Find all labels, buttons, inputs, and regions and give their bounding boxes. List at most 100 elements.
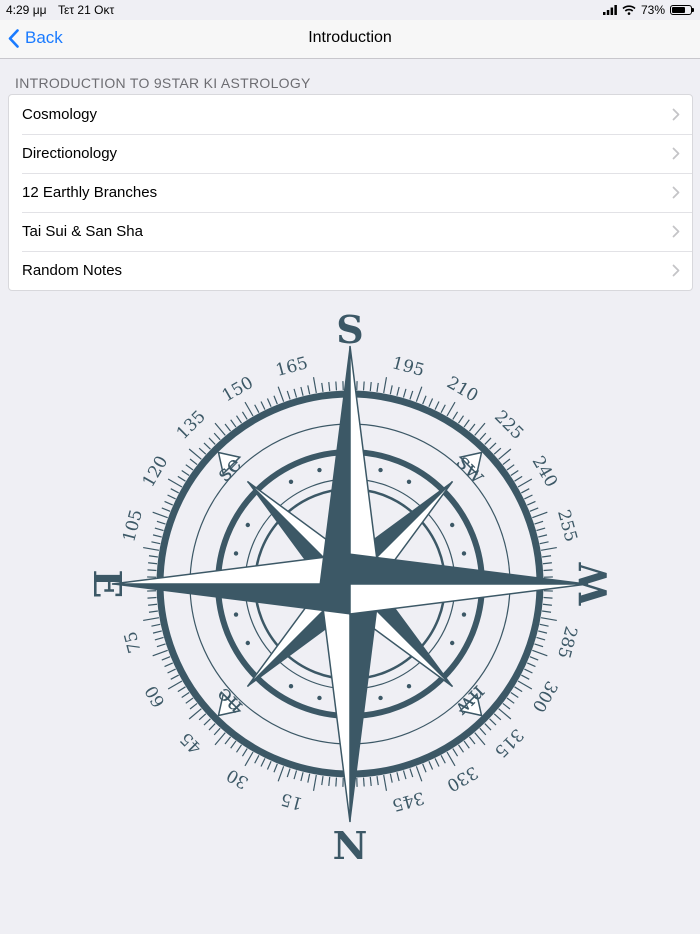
compass-point-half: [111, 583, 351, 615]
compass-tick: [422, 763, 427, 773]
status-bar: 4:29 μμ Τετ 21 Οκτ 73%: [0, 0, 700, 20]
compass-tick: [422, 395, 427, 405]
compass-degree-label: 240: [528, 453, 562, 491]
compass-tick: [277, 386, 285, 402]
compass-tick: [167, 494, 176, 500]
compass-tick: [474, 422, 486, 436]
list-item-label: Tai Sui & San Sha: [22, 223, 143, 240]
compass-tick: [254, 404, 260, 413]
compass-tick: [440, 404, 446, 413]
status-time: 4:29 μμ: [6, 3, 47, 17]
list-item-random-notes[interactable]: Random Notes: [9, 251, 692, 290]
status-right: 73%: [602, 3, 694, 17]
chevron-right-icon: [672, 225, 680, 238]
compass-point-half: [319, 583, 351, 823]
compass-tick: [148, 603, 158, 606]
compass-degree-label: 30: [223, 764, 252, 792]
compass-tick: [188, 708, 202, 720]
compass-label-east: E: [85, 570, 130, 599]
compass-tick: [506, 464, 515, 471]
compass-label-se: se: [212, 452, 247, 487]
compass-tick: [307, 385, 311, 395]
compass-tick: [510, 469, 519, 477]
compass-tick: [521, 488, 530, 494]
chevron-right-icon: [672, 147, 680, 160]
compass-tick: [148, 562, 158, 565]
compass-tick: [498, 708, 512, 720]
compass-tick: [293, 388, 298, 398]
compass-degree-label: 315: [490, 724, 527, 761]
compass-dot: [233, 551, 239, 556]
compass-tick: [235, 744, 243, 753]
compass-tick: [170, 674, 179, 680]
compass-tick: [538, 534, 548, 538]
compass-tick: [214, 732, 226, 746]
compass-degree-label: 255: [553, 508, 581, 545]
compass-tick: [542, 555, 552, 558]
compass-label-south: S: [336, 307, 363, 352]
compass-tick: [154, 527, 164, 532]
compass-dot: [245, 522, 251, 528]
compass-degree-label: 135: [173, 407, 210, 444]
list-item-directionology[interactable]: Directionology: [9, 134, 692, 173]
compass-tick: [161, 507, 171, 512]
compass-tick: [540, 617, 557, 622]
compass-tick: [534, 520, 544, 525]
compass-tick: [300, 386, 304, 396]
compass-dot: [245, 640, 251, 646]
status-date: Τετ 21 Οκτ: [58, 3, 115, 17]
page-title: Introduction: [308, 29, 392, 46]
compass-tick: [415, 766, 423, 782]
compass-tick: [517, 478, 533, 488]
compass-tick: [307, 773, 311, 783]
compass-tick: [389, 385, 393, 395]
compass-tick: [266, 760, 272, 770]
compass-degree-label: 120: [139, 453, 173, 491]
list-item-label: Cosmology: [22, 106, 98, 123]
compass-tick: [536, 636, 546, 641]
compass-degree-label: 105: [119, 508, 147, 545]
compass-tick: [539, 541, 549, 545]
compass-point-half: [111, 553, 351, 585]
compass-dot: [406, 683, 412, 689]
compass-tick: [489, 718, 497, 726]
compass-degree-label: 300: [528, 677, 562, 715]
compass-tick: [300, 772, 304, 782]
compass-tick: [506, 697, 515, 704]
compass-tick: [376, 382, 379, 392]
compass-tick: [468, 736, 476, 745]
compass-point-half: [349, 583, 381, 823]
intro-list: Cosmology Directionology 12 Earthly Bran…: [8, 94, 693, 291]
list-item-label: 12 Earthly Branches: [22, 184, 158, 201]
compass-tick: [498, 448, 512, 460]
compass-tick: [526, 662, 536, 668]
compass-degree-label: 285: [553, 624, 581, 661]
chevron-right-icon: [672, 264, 680, 277]
compass-dot: [288, 479, 294, 485]
list-item-cosmology[interactable]: Cosmology: [9, 95, 692, 134]
list-item-label: Random Notes: [22, 262, 123, 279]
compass-tick: [362, 777, 365, 787]
compass-tick: [224, 423, 232, 432]
compass-tick: [148, 555, 158, 558]
compass-tick: [273, 763, 278, 773]
compass-label-ne: ne: [211, 682, 248, 719]
compass-tick: [235, 415, 243, 424]
compass-tick: [161, 656, 171, 661]
compass-tick: [321, 382, 324, 392]
compass-tick: [402, 388, 407, 398]
compass-degree-label: 330: [443, 762, 481, 796]
list-item-earthly-branches[interactable]: 12 Earthly Branches: [9, 173, 692, 212]
compass-tick: [529, 656, 539, 661]
compass-tick: [224, 736, 232, 745]
compass-tick: [143, 546, 160, 551]
chevron-right-icon: [672, 108, 680, 121]
compass-dot: [317, 467, 322, 473]
compass-degree-label: 165: [274, 353, 311, 381]
compass-tick: [514, 475, 523, 482]
list-item-tai-sui-san-sha[interactable]: Tai Sui & San Sha: [9, 212, 692, 251]
compass-tick: [151, 541, 161, 545]
compass-point-half: [349, 345, 381, 585]
compass-tick: [428, 398, 434, 408]
compass-tick: [260, 758, 266, 767]
